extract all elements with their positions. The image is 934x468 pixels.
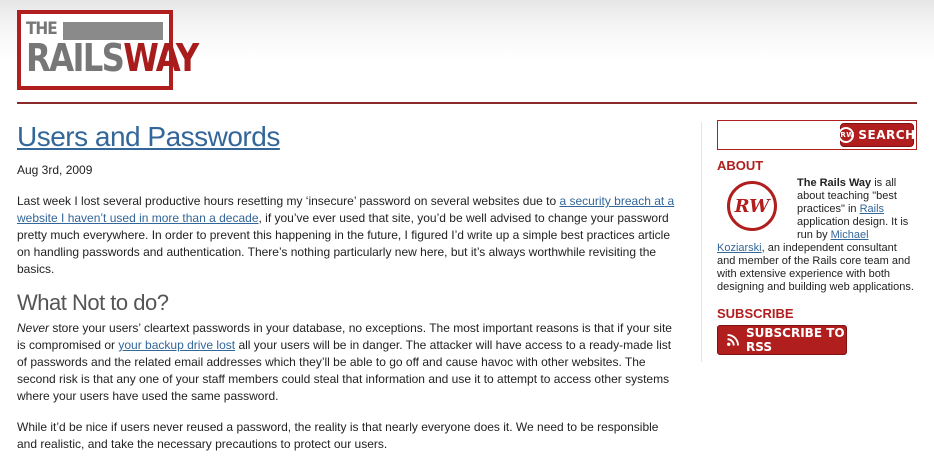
subscribe-heading: SUBSCRIBE — [717, 306, 794, 321]
rw-logo-icon: RW — [727, 181, 777, 231]
section-heading: What Not to do? — [17, 290, 169, 315]
site-logo[interactable]: THE RAILSWAY — [17, 10, 199, 90]
sidebar: RW Search ABOUT RW The Rails Way is all … — [717, 120, 917, 355]
logo-wordmark: RAILSWAY — [26, 36, 199, 80]
post-article: Users and Passwords Aug 3rd, 2009 Last w… — [17, 118, 677, 453]
rails-link[interactable]: Rails — [860, 203, 884, 215]
rss-icon — [727, 334, 739, 346]
subscribe-rss-button[interactable]: Subscribe to RSS — [717, 325, 847, 355]
subscribe-button-label: Subscribe to RSS — [745, 326, 845, 354]
about-heading: ABOUT — [717, 158, 764, 173]
post-date: Aug 3rd, 2009 — [17, 163, 93, 177]
rw-badge-icon: RW — [838, 127, 855, 143]
intro-paragraph: Last week I lost several productive hour… — [17, 194, 675, 276]
search-button[interactable]: RW Search — [838, 123, 916, 147]
post-title-link[interactable]: Users and Passwords — [17, 121, 280, 152]
search-input[interactable] — [720, 123, 840, 149]
search-form: RW Search — [717, 120, 917, 150]
search-button-label: Search — [858, 128, 916, 142]
paragraph-never: Never store your users’ cleartext passwo… — [17, 321, 672, 403]
post-title: Users and Passwords — [17, 118, 677, 156]
header-divider — [17, 102, 917, 104]
paragraph-reuse: While it’d be nice if users never reused… — [17, 420, 659, 451]
backup-drive-link[interactable]: your backup drive lost — [118, 338, 235, 352]
column-divider — [701, 122, 702, 362]
